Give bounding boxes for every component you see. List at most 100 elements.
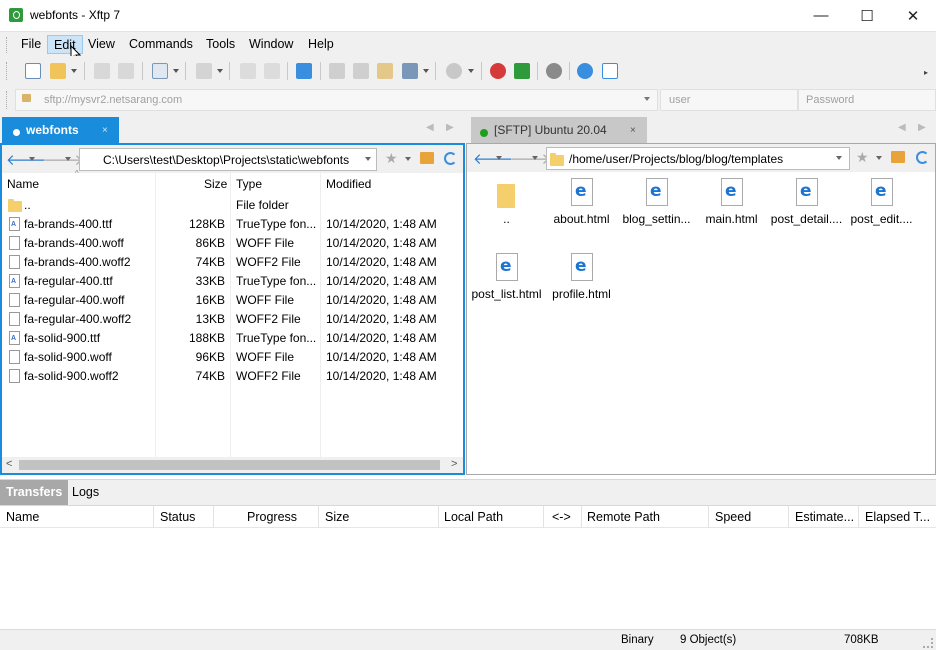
scroll-right-icon[interactable]: > [451, 458, 457, 470]
chat-icon[interactable] [602, 63, 618, 79]
table-row[interactable]: fa-brands-400.ttf 128KB TrueType fon... 10/… [2, 215, 463, 234]
tab-scroll-right-icon[interactable]: ▶ [918, 122, 926, 133]
path-dropdown-icon[interactable] [365, 157, 371, 161]
transfer-column-0[interactable]: Name [6, 510, 39, 524]
column-type[interactable]: Type [236, 177, 262, 191]
file-properties-icon[interactable] [240, 63, 256, 79]
menu-help[interactable]: Help [302, 35, 340, 54]
home-folder-icon[interactable] [420, 152, 434, 164]
forward-dropdown-icon[interactable] [65, 157, 71, 161]
table-row[interactable]: fa-solid-900.ttf 188KB TrueType fon... 10/1… [2, 329, 463, 348]
open-dropdown-icon[interactable] [71, 69, 77, 73]
tab-scroll-left-icon[interactable]: ◀ [426, 122, 434, 133]
transfer-column-1[interactable]: Status [160, 510, 195, 524]
tab-local-webfonts[interactable]: webfonts × [2, 117, 119, 144]
remote-path-input[interactable]: /home/user/Projects/blog/blog/templates [546, 147, 850, 170]
transfer-column-7[interactable]: Speed [715, 510, 751, 524]
table-row[interactable]: fa-brands-400.woff2 74KB WOFF2 File 10/14/2… [2, 253, 463, 272]
table-row[interactable]: fa-solid-900.woff 96KB WOFF File 10/14/2020… [2, 348, 463, 367]
connect-icon[interactable] [94, 63, 110, 79]
transfer-icon[interactable] [296, 63, 312, 79]
host-dropdown-icon[interactable] [644, 97, 650, 101]
bookmark-dropdown-icon[interactable] [876, 156, 882, 160]
disconnect-icon[interactable] [118, 63, 134, 79]
table-row[interactable]: fa-solid-900.woff2 74KB WOFF2 File 10/14/20… [2, 367, 463, 386]
refresh-icon[interactable] [916, 151, 929, 164]
close-window-button[interactable]: ✕ [890, 0, 936, 31]
terminal-dropdown-icon[interactable] [217, 69, 223, 73]
settings-gear-icon[interactable] [546, 63, 562, 79]
list-item[interactable]: post_edit.... [844, 174, 919, 249]
new-session-icon[interactable] [25, 63, 41, 79]
transfer-column-5[interactable]: <-> [552, 510, 571, 524]
transfer-column-8[interactable]: Estimate... [795, 510, 854, 524]
list-item[interactable]: about.html [544, 174, 619, 249]
xftp-icon[interactable] [514, 63, 530, 79]
column-name[interactable]: Name [7, 177, 39, 191]
tab-logs[interactable]: Logs [66, 480, 105, 505]
back-arrow-icon[interactable]: 🡐 [473, 149, 513, 168]
paste-icon[interactable] [377, 63, 393, 79]
path-dropdown-icon[interactable] [836, 156, 842, 160]
tab-scroll-right-icon[interactable]: ▶ [446, 122, 454, 133]
file-view-icon[interactable] [264, 63, 280, 79]
menu-commands[interactable]: Commands [123, 35, 199, 54]
column-modified[interactable]: Modified [326, 177, 371, 191]
forward-arrow-icon[interactable]: 🡒 [510, 149, 550, 168]
tab-transfers[interactable]: Transfers [0, 480, 69, 505]
open-session-icon[interactable] [50, 63, 66, 79]
table-row[interactable]: fa-regular-400.woff 16KB WOFF File 10/14/20… [2, 291, 463, 310]
bookmark-star-icon[interactable]: ★ [385, 150, 398, 167]
local-path-input[interactable]: C:\Users\test\Desktop\Projects\static\we… [79, 148, 377, 171]
transfer-column-2[interactable]: Progress [247, 510, 297, 524]
forward-arrow-icon[interactable]: 🡒 [43, 150, 83, 169]
password-input[interactable]: Password [798, 89, 936, 111]
new-window-icon[interactable] [152, 63, 168, 79]
bookmark-star-icon[interactable]: ★ [856, 149, 869, 166]
list-item[interactable]: profile.html [544, 249, 619, 324]
list-item[interactable]: main.html [694, 174, 769, 249]
xshell-icon[interactable] [490, 63, 506, 79]
minimize-button[interactable]: — [798, 0, 844, 31]
table-row[interactable]: fa-regular-400.woff2 13KB WOFF2 File 10/14/… [2, 310, 463, 329]
transfer-column-3[interactable]: Size [325, 510, 349, 524]
list-item[interactable]: post_list.html [469, 249, 544, 324]
transfer-column-4[interactable]: Local Path [444, 510, 503, 524]
menu-tools[interactable]: Tools [200, 35, 241, 54]
refresh-icon[interactable] [444, 152, 457, 165]
list-item[interactable]: post_detail.... [769, 174, 844, 249]
back-dropdown-icon[interactable] [496, 156, 502, 160]
menu-file[interactable]: File [15, 35, 47, 54]
stop-icon[interactable] [446, 63, 462, 79]
close-tab-icon[interactable]: × [102, 125, 108, 136]
transfer-column-6[interactable]: Remote Path [587, 510, 660, 524]
layout-icon[interactable] [402, 63, 418, 79]
table-row[interactable]: .. File folder [2, 196, 463, 215]
menu-window[interactable]: Window [243, 35, 299, 54]
toolbar-overflow-icon[interactable]: ▸ [924, 68, 928, 77]
forward-dropdown-icon[interactable] [532, 156, 538, 160]
tab-remote-ubuntu[interactable]: [SFTP] Ubuntu 20.04 × [471, 117, 647, 144]
layout-dropdown-icon[interactable] [423, 69, 429, 73]
stop-dropdown-icon[interactable] [468, 69, 474, 73]
transfer-column-9[interactable]: Elapsed T... [865, 510, 930, 524]
local-horizontal-scrollbar[interactable]: < > [2, 457, 463, 473]
column-size[interactable]: Size [204, 177, 227, 191]
tab-scroll-left-icon[interactable]: ◀ [898, 122, 906, 133]
copy-icon[interactable] [329, 63, 345, 79]
close-tab-icon[interactable]: × [630, 125, 636, 136]
table-row[interactable]: fa-brands-400.woff 86KB WOFF File 10/14/202… [2, 234, 463, 253]
scroll-left-icon[interactable]: < [6, 458, 12, 470]
back-arrow-icon[interactable]: 🡐 [6, 150, 46, 169]
new-window-dropdown-icon[interactable] [173, 69, 179, 73]
list-item[interactable]: blog_settin... [619, 174, 694, 249]
menu-view[interactable]: View [82, 35, 121, 54]
table-row[interactable]: fa-regular-400.ttf 33KB TrueType fon... 10/… [2, 272, 463, 291]
host-address-input[interactable]: sftp://mysvr2.netsarang.com [15, 89, 658, 111]
terminal-icon[interactable] [196, 63, 212, 79]
list-item[interactable]: .. [469, 174, 544, 249]
home-folder-icon[interactable] [891, 151, 905, 163]
cut-icon[interactable] [353, 63, 369, 79]
username-input[interactable]: user [660, 89, 798, 111]
help-icon[interactable] [577, 63, 593, 79]
